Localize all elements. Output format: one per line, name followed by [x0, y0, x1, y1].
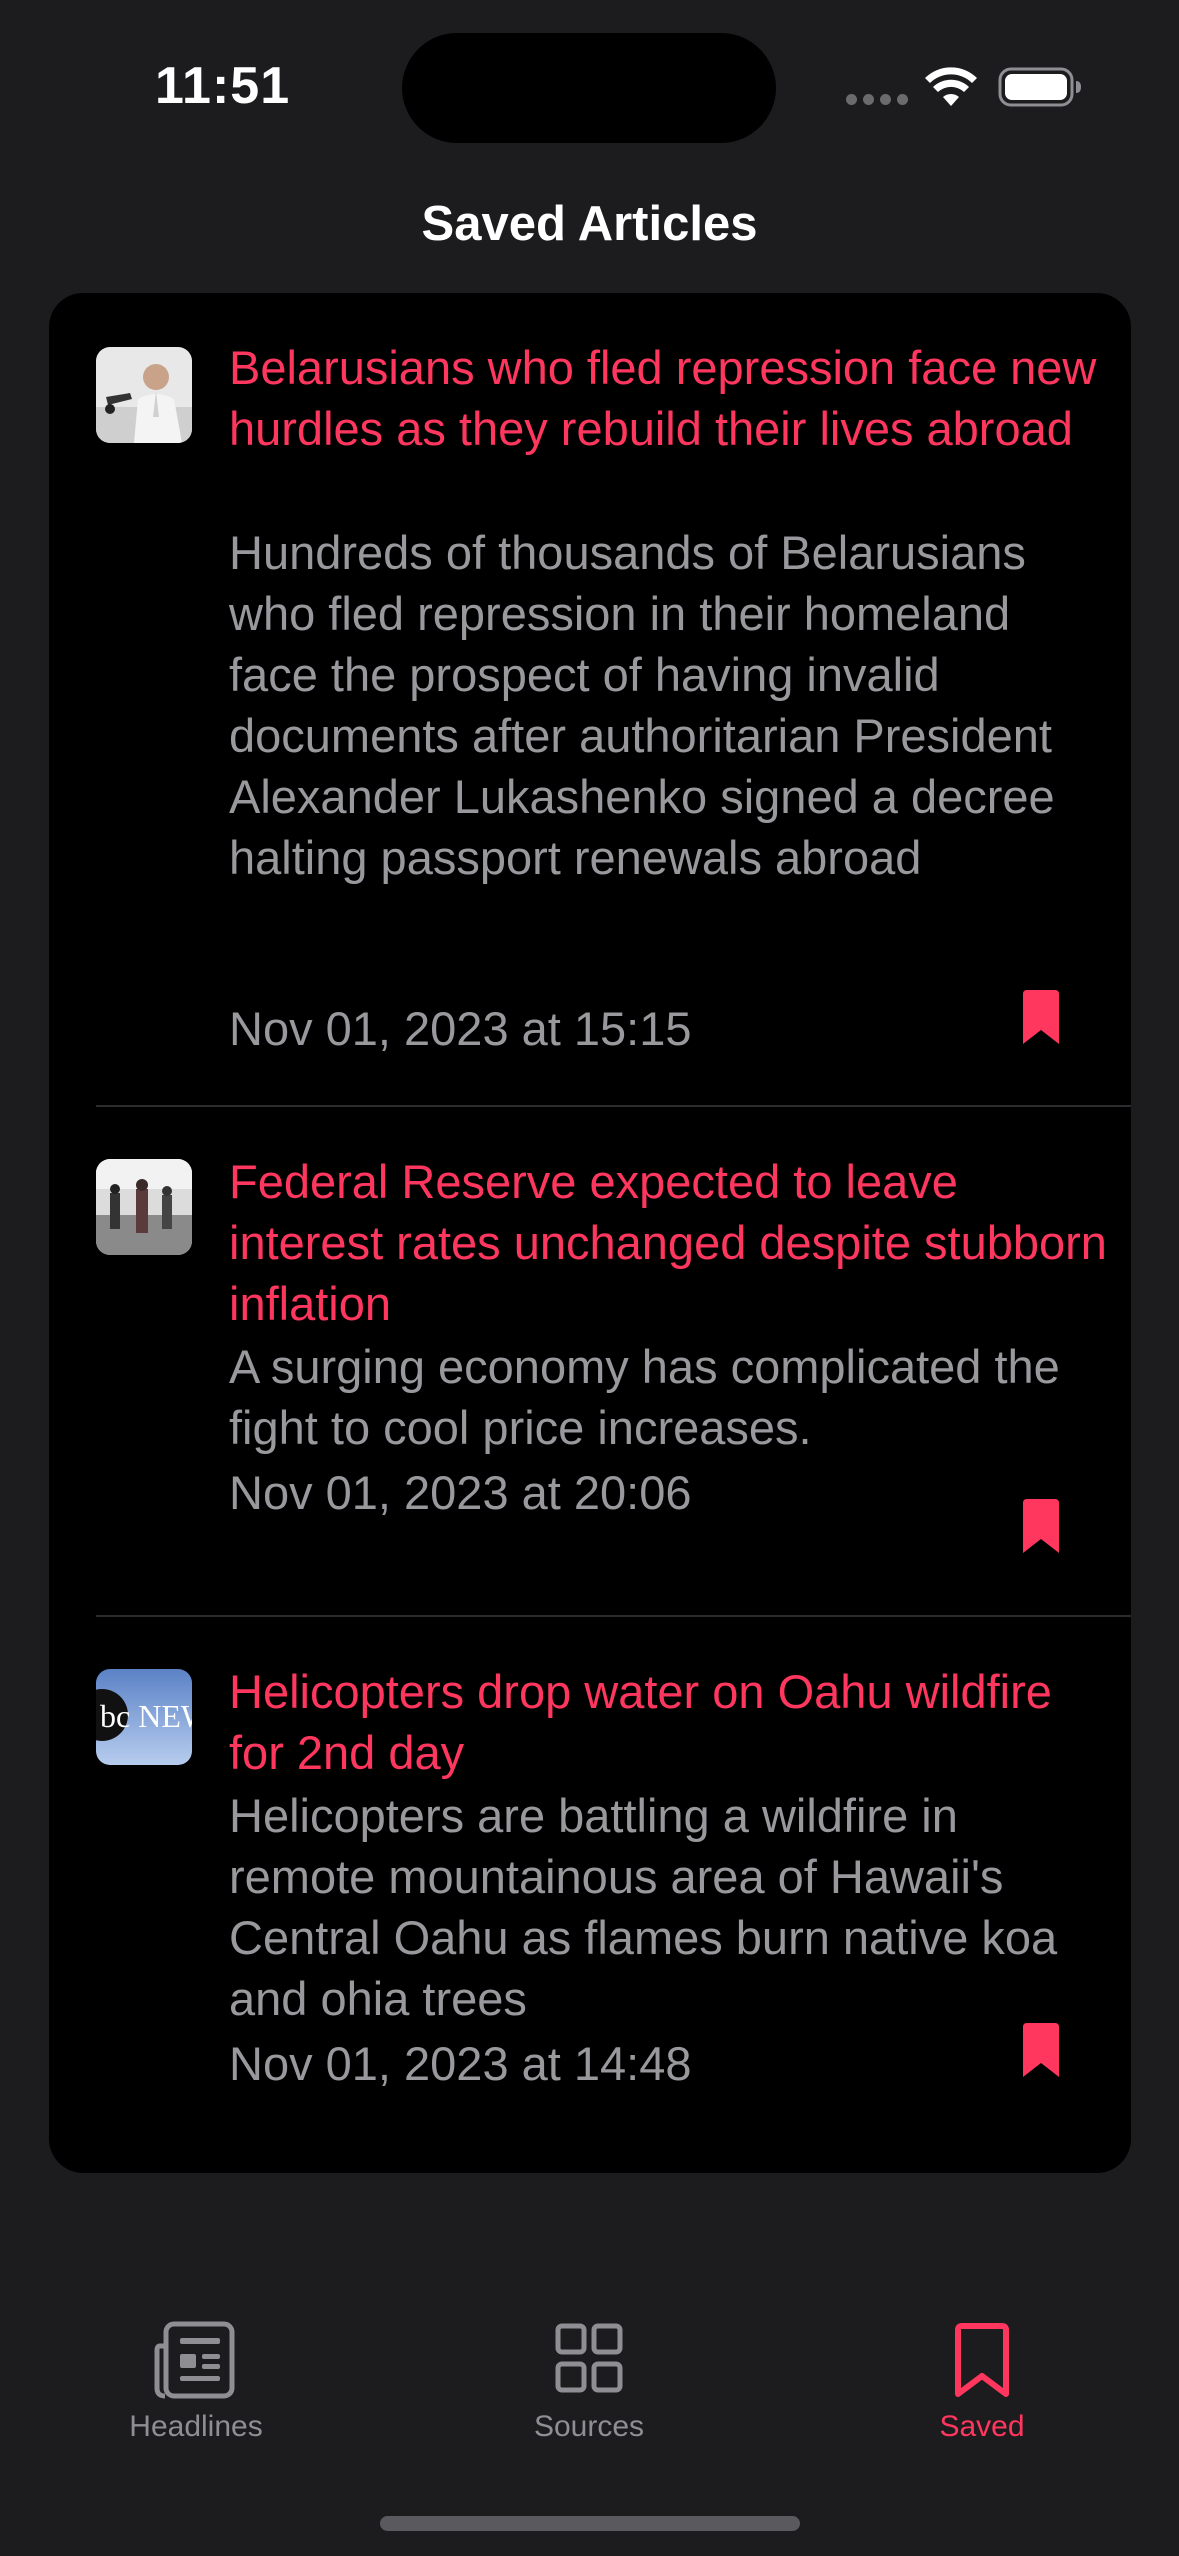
- thumbnail-logo-text: bc NEW: [100, 1698, 192, 1734]
- article-headline: Federal Reserve expected to leave intere…: [229, 1155, 1107, 1330]
- bookmark-filled-icon[interactable]: [1021, 1499, 1061, 1555]
- article-summary: A surging economy has complicated the fi…: [229, 1340, 1060, 1454]
- tab-saved[interactable]: Saved: [862, 2320, 1102, 2444]
- cellular-signal-icon: [846, 94, 908, 105]
- list-item[interactable]: bc NEW Helicopters drop water on Oahu wi…: [49, 1617, 1131, 2173]
- article-headline: Belarusians who fled repression face new…: [229, 341, 1097, 455]
- saved-articles-list: Belarusians who fled repression face new…: [49, 293, 1131, 2173]
- tab-label: Saved: [939, 2410, 1025, 2443]
- bookmark-filled-icon[interactable]: [1021, 2023, 1061, 2079]
- status-time: 11:51: [155, 57, 291, 115]
- bookmark-filled-icon[interactable]: [1021, 990, 1061, 1046]
- home-indicator: [380, 2516, 800, 2531]
- wifi-icon: [925, 67, 977, 106]
- article-thumbnail: bc NEW: [96, 1669, 192, 1765]
- battery-icon: [998, 67, 1081, 107]
- page-title: Saved Articles: [421, 197, 758, 251]
- dynamic-island: [402, 33, 776, 143]
- tab-sources[interactable]: Sources: [469, 2320, 709, 2444]
- article-headline: Helicopters drop water on Oahu wildfire …: [229, 1665, 1052, 1779]
- article-thumbnail: [96, 347, 192, 443]
- article-date: Nov 01, 2023 at 20:06: [229, 1466, 692, 1519]
- tab-label: Headlines: [129, 2410, 263, 2443]
- newspaper-icon: [154, 2321, 235, 2399]
- article-summary: Hundreds of thousands of Belarusians who…: [229, 526, 1055, 884]
- grid-icon: [555, 2323, 623, 2393]
- status-bar: 11:51: [0, 0, 1179, 170]
- tab-label: Sources: [533, 2410, 645, 2443]
- article-date: Nov 01, 2023 at 15:15: [229, 1002, 692, 1055]
- article-thumbnail: [96, 1159, 192, 1255]
- list-item[interactable]: Belarusians who fled repression face new…: [49, 293, 1131, 1105]
- tab-headlines[interactable]: Headlines: [76, 2320, 316, 2444]
- list-item[interactable]: Federal Reserve expected to leave intere…: [49, 1107, 1131, 1615]
- bookmark-icon: [955, 2323, 1009, 2397]
- article-summary: Helicopters are battling a wildfire in r…: [229, 1789, 1058, 2025]
- article-date: Nov 01, 2023 at 14:48: [229, 2037, 692, 2090]
